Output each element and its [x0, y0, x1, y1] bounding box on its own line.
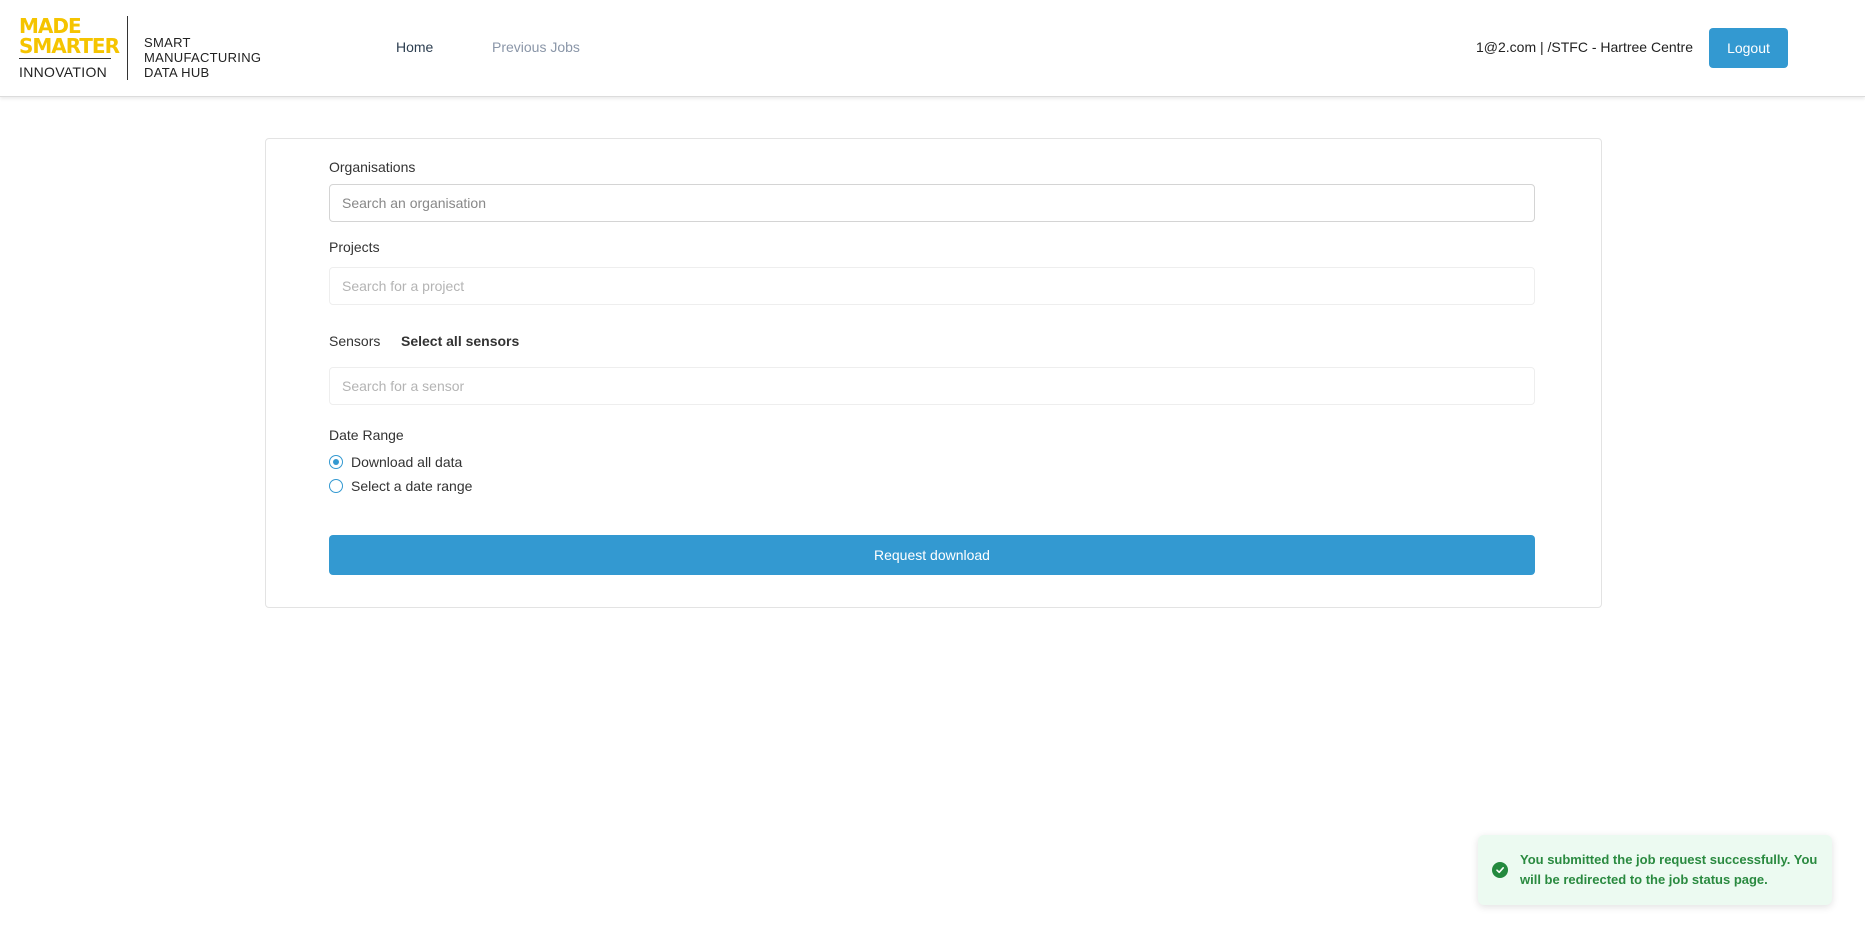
logo-divider [127, 16, 128, 80]
nav-previous-jobs-link[interactable]: Previous Jobs [492, 39, 580, 55]
toast-message-line2: will be redirected to the job status pag… [1520, 872, 1768, 887]
check-circle-icon [1492, 862, 1508, 878]
radio-select-date-range[interactable]: Select a date range [329, 477, 472, 495]
organisations-label: Organisations [329, 159, 416, 175]
select-all-sensors-link[interactable]: Select all sensors [401, 333, 519, 349]
logo-data-hub: SMART MANUFACTURING DATA HUB [144, 35, 261, 80]
radio-button-unchecked[interactable] [329, 479, 343, 493]
user-info: 1@2.com | /STFC - Hartree Centre [1475, 39, 1693, 55]
success-toast: You submitted the job request successful… [1478, 835, 1832, 905]
nav-home-link[interactable]: Home [396, 39, 433, 55]
toast-message: You submitted the job request successful… [1520, 850, 1817, 890]
sensors-label: Sensors [329, 333, 381, 349]
logo-smart-text: SMART [144, 35, 191, 50]
radio-label: Select a date range [351, 478, 473, 494]
logo-underline [19, 58, 111, 59]
logo-data-hub-text: DATA HUB [144, 65, 210, 80]
date-range-label: Date Range [329, 427, 404, 443]
request-download-button[interactable]: Request download [329, 535, 1535, 575]
projects-label: Projects [329, 239, 380, 255]
logo-manufacturing-text: MANUFACTURING [144, 50, 262, 65]
project-search-input[interactable] [329, 267, 1535, 305]
radio-download-all-data[interactable]: Download all data [329, 453, 462, 471]
logout-button[interactable]: Logout [1709, 28, 1788, 68]
organisation-search-input[interactable] [329, 184, 1535, 222]
top-navbar: MADE SMARTER INNOVATION SMART MANUFACTUR… [0, 0, 1865, 97]
toast-message-line1: You submitted the job request successful… [1520, 852, 1818, 867]
logo-made-text: MADE [19, 14, 82, 38]
radio-button-checked[interactable] [329, 455, 343, 469]
radio-label: Download all data [351, 454, 463, 470]
logo-smarter-text: SMARTER [19, 34, 120, 58]
logo-innovation-text: INNOVATION [19, 64, 108, 80]
sensor-search-input[interactable] [329, 367, 1535, 405]
logo-made-smarter: MADE SMARTER [19, 14, 120, 58]
